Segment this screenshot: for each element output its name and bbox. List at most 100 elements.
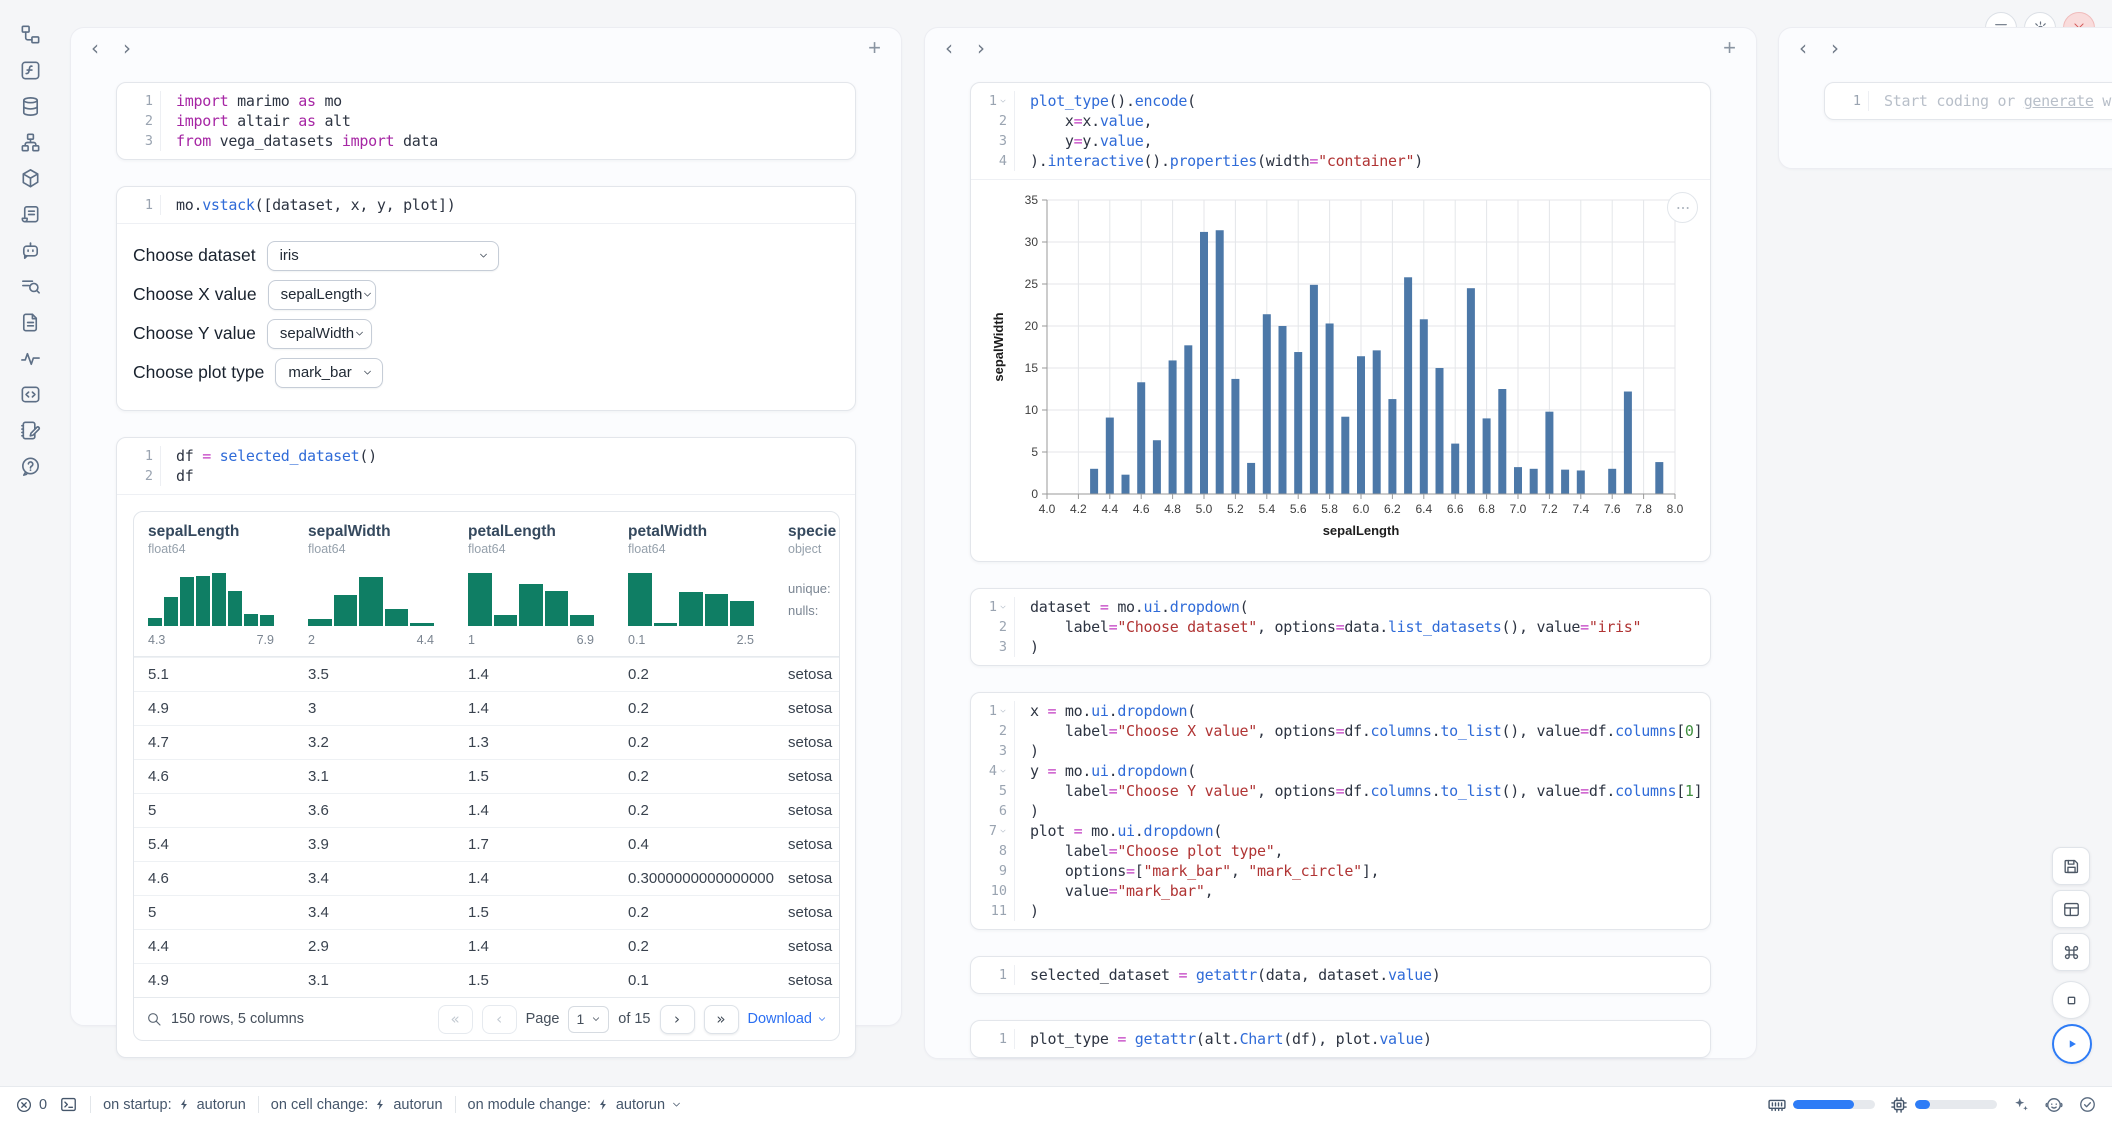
- sidebar-item-function-square[interactable]: [17, 57, 43, 83]
- control-row: Choose plot typemark_bar: [133, 357, 839, 388]
- code-editor[interactable]: 1df = selected_dataset()2df: [117, 438, 855, 494]
- page-select[interactable]: 1: [568, 1006, 609, 1033]
- line-number: 2: [971, 617, 1015, 637]
- bar: [1577, 470, 1585, 494]
- code-editor[interactable]: 1import marimo as mo2import altair as al…: [117, 83, 855, 159]
- dropdown-choose-y-value[interactable]: sepalWidth: [267, 319, 372, 349]
- column-header-petalWidth[interactable]: petalWidthfloat640.12.5: [614, 512, 774, 656]
- histogram-min: 0.1: [628, 633, 645, 647]
- code-line: 9 options=["mark_bar", "mark_circle"],: [971, 861, 1710, 881]
- column-prev-button[interactable]: ‹: [1799, 38, 1807, 58]
- altair-chart-container[interactable]: 4.04.24.44.64.85.05.25.45.65.86.06.26.46…: [989, 192, 1710, 553]
- search-icon[interactable]: [146, 1011, 162, 1027]
- error-count-badge[interactable]: 0: [15, 1096, 47, 1114]
- column-prev-button[interactable]: ‹: [945, 38, 953, 58]
- code-line: 2import altair as alt: [117, 111, 855, 131]
- sidebar-item-document[interactable]: [17, 309, 43, 335]
- fold-chevron-icon[interactable]: [999, 707, 1007, 715]
- code-editor[interactable]: 1plot_type().encode(2 x=x.value,3 y=y.va…: [971, 83, 1710, 179]
- page-label: Page: [526, 1011, 560, 1027]
- code-line: 5 label="Choose Y value", options=df.col…: [971, 781, 1710, 801]
- terminal-button[interactable]: [59, 1095, 78, 1114]
- column-next-button[interactable]: ›: [1831, 38, 1839, 58]
- play-button[interactable]: [2052, 1024, 2092, 1064]
- fold-chevron-icon[interactable]: [999, 767, 1007, 775]
- on-cell-change-setting[interactable]: on cell change: autorun: [271, 1097, 443, 1113]
- column-header-sepalWidth[interactable]: sepalWidthfloat6424.4: [294, 512, 454, 656]
- sidebar-item-chat-bot[interactable]: [17, 237, 43, 263]
- code-editor[interactable]: 1mo.vstack([dataset, x, y, plot]): [117, 187, 855, 223]
- sidebar-item-notebook-edit[interactable]: [17, 417, 43, 443]
- sparkles-icon[interactable]: [2011, 1095, 2030, 1114]
- prev-page-button[interactable]: ‹: [482, 1005, 517, 1034]
- bar-chart[interactable]: 4.04.24.44.64.85.05.25.45.65.86.06.26.46…: [989, 192, 1689, 548]
- download-button[interactable]: Download: [748, 1011, 828, 1027]
- dropdown-choose-dataset[interactable]: iris: [267, 241, 499, 271]
- sidebar-item-package-cube[interactable]: [17, 165, 43, 191]
- column-next-button[interactable]: ›: [123, 38, 131, 58]
- bar: [1357, 356, 1365, 494]
- dropdown-choose-plot-type[interactable]: mark_bar: [275, 358, 383, 388]
- code-editor[interactable]: 1dataset = mo.ui.dropdown(2 label="Choos…: [971, 589, 1710, 665]
- generate-ai-link[interactable]: generate: [2024, 92, 2094, 110]
- stop-square-button[interactable]: [2052, 981, 2090, 1019]
- code-text: df = selected_dataset(): [161, 447, 377, 465]
- table-cell: 4.4: [134, 938, 294, 955]
- sidebar-item-logs-search[interactable]: [17, 273, 43, 299]
- fold-chevron-icon[interactable]: [999, 603, 1007, 611]
- last-page-button[interactable]: »: [704, 1005, 739, 1034]
- table-cell: setosa: [774, 938, 837, 955]
- column-header-sepalLength[interactable]: sepalLengthfloat644.37.9: [134, 512, 294, 656]
- command-key-button[interactable]: [2052, 933, 2090, 971]
- table-cell: 1.5: [454, 904, 614, 921]
- sidebar-item-file-tree[interactable]: [17, 21, 43, 47]
- sidebar: [0, 0, 60, 1086]
- add-cell-button[interactable]: +: [868, 35, 881, 61]
- sidebar-item-help-circle[interactable]: [17, 453, 43, 479]
- sidebar-item-scratchpad-scroll[interactable]: [17, 201, 43, 227]
- sidebar-item-activity-pulse[interactable]: [17, 345, 43, 371]
- svg-text:4.0: 4.0: [1039, 502, 1056, 516]
- sidebar-item-database[interactable]: [17, 93, 43, 119]
- fold-chevron-icon[interactable]: [999, 97, 1007, 105]
- on-module-change-setting[interactable]: on module change: autorun: [468, 1097, 683, 1113]
- first-page-button[interactable]: «: [438, 1005, 473, 1034]
- ellipsis-icon: [1675, 200, 1691, 216]
- column-next-button[interactable]: ›: [977, 38, 985, 58]
- histogram-max: 6.9: [577, 633, 594, 647]
- sidebar-item-code-snippets[interactable]: [17, 381, 43, 407]
- on-startup-setting[interactable]: on startup: autorun: [103, 1097, 246, 1113]
- next-page-button[interactable]: ›: [660, 1005, 695, 1034]
- table-cell: 1.4: [454, 802, 614, 819]
- fold-chevron-icon[interactable]: [999, 827, 1007, 835]
- sidebar-item-dependency-graph[interactable]: [17, 129, 43, 155]
- code-text: plot = mo.ui.dropdown(: [1015, 822, 1222, 840]
- add-cell-button[interactable]: +: [1723, 35, 1736, 61]
- bot-icon[interactable]: [2044, 1095, 2064, 1115]
- bar: [1561, 470, 1569, 494]
- code-text: y=y.value,: [1015, 132, 1152, 150]
- code-text: ).interactive().properties(width="contai…: [1015, 152, 1423, 170]
- column-name: petalWidth: [628, 523, 774, 541]
- code-editor[interactable]: 1plot_type = getattr(alt.Chart(df), plot…: [971, 1021, 1710, 1057]
- column-prev-button[interactable]: ‹: [91, 38, 99, 58]
- floppy-save-button[interactable]: [2052, 847, 2090, 885]
- chart-actions-button[interactable]: [1667, 192, 1698, 223]
- code-line: 4).interactive().properties(width="conta…: [971, 151, 1710, 171]
- bar: [1608, 469, 1616, 494]
- dropdown-controls-output: Choose datasetirisChoose X valuesepalLen…: [117, 223, 855, 410]
- line-number: 6: [971, 801, 1015, 821]
- code-editor[interactable]: 1x = mo.ui.dropdown(2 label="Choose X va…: [971, 693, 1710, 929]
- code-editor[interactable]: 1selected_dataset = getattr(data, datase…: [971, 957, 1710, 993]
- bolt-icon: [374, 1098, 387, 1111]
- dropdown-choose-x-value[interactable]: sepalLength: [268, 280, 376, 310]
- column-header-petalLength[interactable]: petalLengthfloat6416.9: [454, 512, 614, 656]
- layout-grid-button[interactable]: [2052, 890, 2090, 928]
- code-editor[interactable]: 1 Start coding or generate with AI: [1825, 83, 2112, 119]
- histogram-min: 2: [308, 633, 315, 647]
- histogram-min: 1: [468, 633, 475, 647]
- column-header-species[interactable]: speciesobjectunique:nulls:: [774, 512, 837, 656]
- connection-status-icon[interactable]: [2078, 1095, 2097, 1114]
- bar: [1169, 360, 1177, 494]
- line-number: 1: [117, 195, 161, 215]
